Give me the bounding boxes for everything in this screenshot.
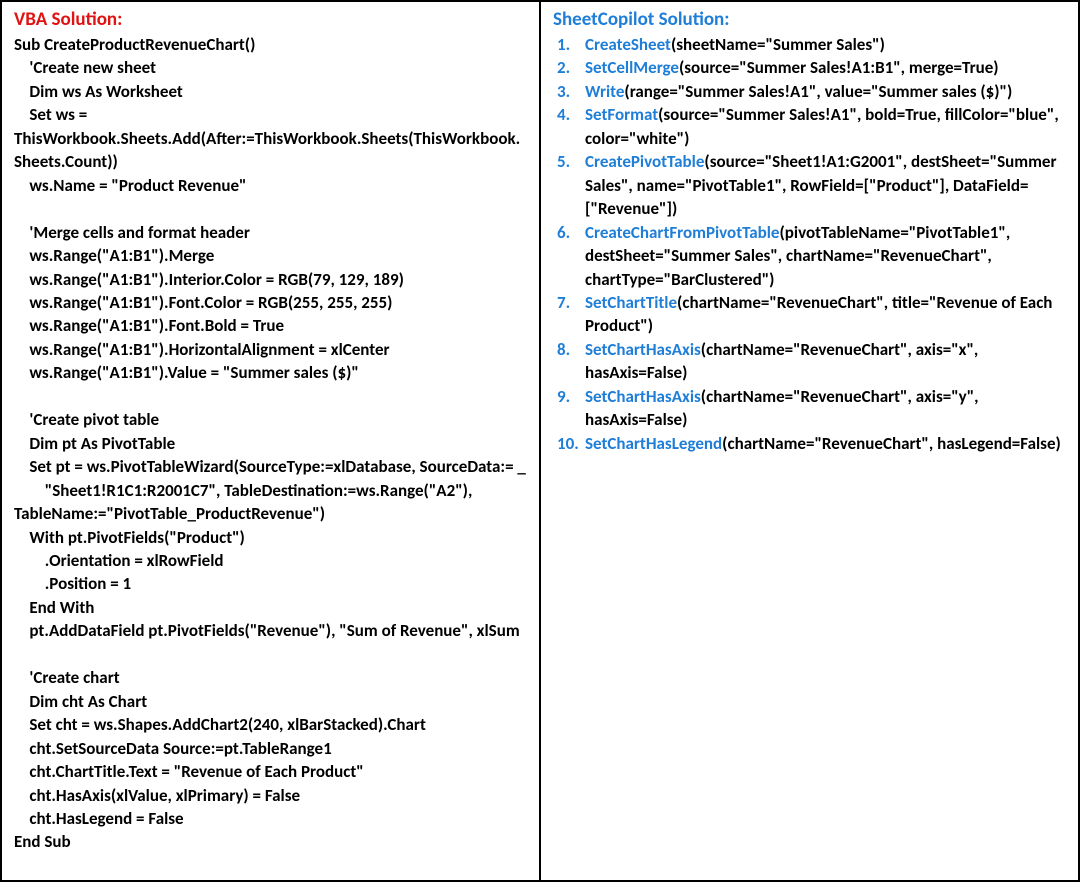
step-number: 1. <box>553 33 585 56</box>
vba-code-block: Sub CreateProductRevenueChart() 'Create … <box>14 33 527 854</box>
step-number: 9. <box>553 385 585 432</box>
step-item: 9.SetChartHasAxis(chartName="RevenueChar… <box>553 385 1066 432</box>
step-function-name: CreateSheet <box>585 34 671 55</box>
step-item: 3.Write(range="Summer Sales!A1", value="… <box>553 80 1066 103</box>
step-number: 6. <box>553 221 585 291</box>
step-body: SetChartHasAxis(chartName="RevenueChart"… <box>585 338 1066 385</box>
sheetcopilot-title: SheetCopilot Solution: <box>553 8 1066 31</box>
step-item: 1.CreateSheet(sheetName="Summer Sales") <box>553 33 1066 56</box>
step-number: 5. <box>553 150 585 220</box>
step-body: CreateChartFromPivotTable(pivotTableName… <box>585 221 1066 291</box>
step-item: 10.SetChartHasLegend(chartName="RevenueC… <box>553 432 1066 455</box>
step-item: 5.CreatePivotTable(source="Sheet1!A1:G20… <box>553 150 1066 220</box>
step-function-name: SetCellMerge <box>585 57 679 78</box>
step-number: 8. <box>553 338 585 385</box>
step-function-name: Write <box>585 81 624 102</box>
step-body: SetCellMerge(source="Summer Sales!A1:B1"… <box>585 56 1066 79</box>
step-function-name: SetFormat <box>585 104 658 125</box>
step-arguments: (source="Summer Sales!A1:B1", merge=True… <box>679 57 999 78</box>
step-function-name: SetChartTitle <box>585 292 677 313</box>
step-number: 7. <box>553 291 585 338</box>
step-item: 6.CreateChartFromPivotTable(pivotTableNa… <box>553 221 1066 291</box>
step-body: SetChartHasLegend(chartName="RevenueChar… <box>585 432 1066 455</box>
vba-title: VBA Solution: <box>14 8 527 31</box>
step-number: 4. <box>553 103 585 150</box>
step-body: SetChartTitle(chartName="RevenueChart", … <box>585 291 1066 338</box>
step-number: 3. <box>553 80 585 103</box>
step-arguments: (chartName="RevenueChart", hasLegend=Fal… <box>722 433 1061 454</box>
vba-column: VBA Solution: Sub CreateProductRevenueCh… <box>2 2 541 880</box>
step-body: SetFormat(source="Summer Sales!A1", bold… <box>585 103 1066 150</box>
step-number: 2. <box>553 56 585 79</box>
step-function-name: SetChartHasAxis <box>585 339 701 360</box>
step-body: CreatePivotTable(source="Sheet1!A1:G2001… <box>585 150 1066 220</box>
step-item: 4.SetFormat(source="Summer Sales!A1", bo… <box>553 103 1066 150</box>
comparison-table: VBA Solution: Sub CreateProductRevenueCh… <box>0 0 1080 882</box>
step-function-name: SetChartHasAxis <box>585 386 701 407</box>
sheetcopilot-steps: 1.CreateSheet(sheetName="Summer Sales")2… <box>553 33 1066 455</box>
step-item: 8.SetChartHasAxis(chartName="RevenueChar… <box>553 338 1066 385</box>
step-function-name: SetChartHasLegend <box>585 433 722 454</box>
step-arguments: (sheetName="Summer Sales") <box>671 34 885 55</box>
step-body: Write(range="Summer Sales!A1", value="Su… <box>585 80 1066 103</box>
step-item: 2.SetCellMerge(source="Summer Sales!A1:B… <box>553 56 1066 79</box>
sheetcopilot-column: SheetCopilot Solution: 1.CreateSheet(she… <box>541 2 1078 880</box>
step-item: 7.SetChartTitle(chartName="RevenueChart"… <box>553 291 1066 338</box>
step-body: CreateSheet(sheetName="Summer Sales") <box>585 33 1066 56</box>
step-function-name: CreateChartFromPivotTable <box>585 222 779 243</box>
step-number: 10. <box>553 432 585 455</box>
step-function-name: CreatePivotTable <box>585 151 704 172</box>
step-body: SetChartHasAxis(chartName="RevenueChart"… <box>585 385 1066 432</box>
step-arguments: (range="Summer Sales!A1", value="Summer … <box>624 81 1012 102</box>
